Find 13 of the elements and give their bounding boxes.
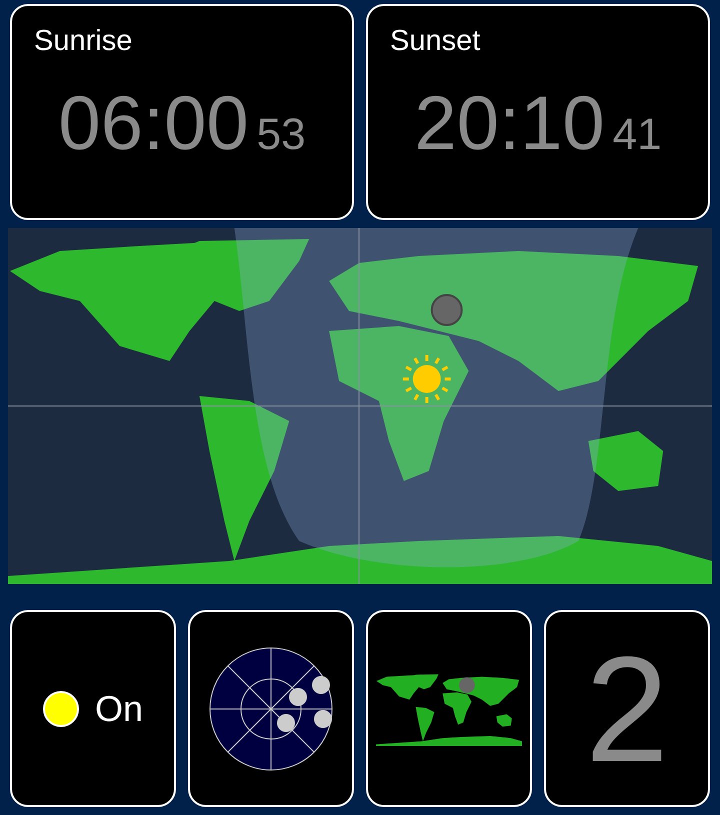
status-label: On (94, 686, 144, 730)
time-value: 06:00 (58, 86, 249, 162)
seconds-value: 41 (612, 112, 662, 156)
tile-card[interactable] (188, 610, 354, 807)
world-map-icon (376, 672, 522, 746)
seconds-value: 53 (256, 112, 306, 156)
count-number: 2 (585, 634, 669, 784)
card-title: Sunset (390, 24, 482, 59)
card-title: Sunrise (34, 24, 134, 59)
time-value: 20:10 (414, 86, 605, 162)
tile-card[interactable]: 2 (544, 610, 710, 807)
tile-card[interactable]: On (10, 610, 176, 807)
tile-card[interactable] (366, 610, 532, 807)
